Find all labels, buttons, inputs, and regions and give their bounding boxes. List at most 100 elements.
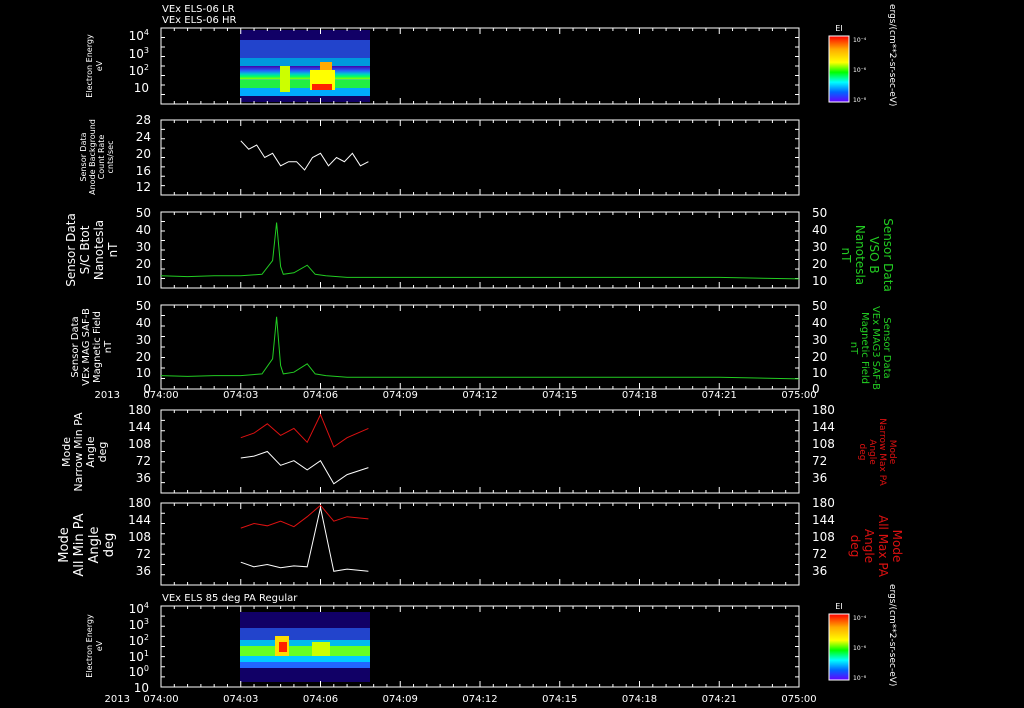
p5-rtick-3: 72 xyxy=(812,454,827,468)
p2-ytick-3: 16 xyxy=(136,164,151,178)
colorbar-bottom-tick-2: 10⁻⁸ xyxy=(853,675,867,682)
p4-ytick-1: 40 xyxy=(136,316,151,330)
p6-rtick-3: 72 xyxy=(812,547,827,561)
p3-rtick-1: 40 xyxy=(812,223,827,237)
p6-ytick-4: 36 xyxy=(136,564,151,578)
p3-rtick-2: 30 xyxy=(812,240,827,254)
p4-rtick-3: 20 xyxy=(812,350,827,364)
time-label-bottom-7: 074:21 xyxy=(702,694,737,705)
p3-ytick-3: 20 xyxy=(136,257,151,271)
p5-min-line xyxy=(240,450,369,485)
p6-rtick-4: 36 xyxy=(812,564,827,578)
p4-rtick-2: 30 xyxy=(812,333,827,347)
p5-ytick-4: 36 xyxy=(136,471,151,485)
colorbar-units-top: ergs/(cm**2-sr-sec-eV) xyxy=(887,4,897,106)
panel-7-yticks: 104 103 102 101 100 10 xyxy=(129,601,149,695)
colorbar-units-bottom: ergs/(cm**2-sr-sec-eV) xyxy=(887,584,897,686)
p5-rtick-1: 144 xyxy=(812,420,835,434)
p3-rtick-0: 50 xyxy=(812,206,827,220)
colorbar-top-tick-1: 10⁻⁶ xyxy=(853,67,867,74)
time-label-bottom-4: 074:12 xyxy=(462,694,497,705)
p5-ytick-0: 180 xyxy=(128,403,151,417)
colorbar-bottom-label: EI xyxy=(835,602,842,611)
p7-ytick-1: 103 xyxy=(129,617,149,632)
p2-ytick-0: 28 xyxy=(136,113,151,127)
colorbar-top-label: EI xyxy=(835,24,842,33)
p6-rtick-0: 180 xyxy=(812,496,835,510)
p5-ytick-1: 144 xyxy=(128,420,151,434)
header-line1: VEx ELS-06 LR xyxy=(162,4,235,15)
p4-ylabel: Sensor DataVEx MAG SAF-BMagnetic FieldnT xyxy=(70,308,114,386)
p3-ytick-0: 50 xyxy=(136,206,151,220)
panel-4-frame xyxy=(160,304,800,390)
time-label-mid-8: 075:00 xyxy=(781,390,816,401)
time-label-mid-2: 074:06 xyxy=(303,390,338,401)
p1-ytick-2: 102 xyxy=(129,63,149,78)
p5-rtick-2: 108 xyxy=(812,437,835,451)
p4-rtick-4: 10 xyxy=(812,366,827,380)
p1-ytick-3: 10 xyxy=(134,81,149,95)
panel-3-yticks: 50 40 30 20 10 xyxy=(136,206,151,288)
p3-ytick-2: 30 xyxy=(136,240,151,254)
colorbar-bottom-tick-1: 10⁻⁶ xyxy=(853,645,867,652)
panel-1-yticks: 104 103 102 10 xyxy=(129,28,149,95)
p4-rtick-1: 40 xyxy=(812,316,827,330)
spectrogram-1 xyxy=(240,30,370,102)
panel-2-yticks: 28 24 20 16 12 xyxy=(136,113,151,194)
panel-5-yticks-right: 180 144 108 72 36 xyxy=(812,403,835,485)
p5-max-line xyxy=(240,413,369,448)
p3-ytick-1: 40 xyxy=(136,223,151,237)
p7-ytick-5: 10 xyxy=(134,681,149,695)
p5-ytick-3: 72 xyxy=(136,454,151,468)
p4-ytick-3: 20 xyxy=(136,350,151,364)
spectrogram-7 xyxy=(240,612,370,682)
p5-ylabel: ModeNarrow Min PAAngledeg xyxy=(60,412,109,492)
colorbar-top-tick-0: 10⁻⁴ xyxy=(853,37,867,44)
time-label-mid-7: 074:21 xyxy=(702,390,737,401)
time-label-bottom-8: 075:00 xyxy=(781,694,816,705)
p6-ytick-0: 180 xyxy=(128,496,151,510)
panel-3-yticks-right: 50 40 30 20 10 xyxy=(812,206,827,288)
p7-ylabel: Electron EnergyeV xyxy=(85,614,104,678)
left-axis-labels: Electron EnergyeV Sensor DataAnode Backg… xyxy=(57,34,120,678)
colorbar-bottom-tick-0: 10⁻⁴ xyxy=(853,615,867,622)
p2-ytick-1: 24 xyxy=(136,130,151,144)
p6-rtick-2: 108 xyxy=(812,530,835,544)
panel-6-yticks: 180 144 108 72 36 xyxy=(128,496,151,578)
p6-rtick-1: 144 xyxy=(812,513,835,527)
p6-ytick-1: 144 xyxy=(128,513,151,527)
p6-ylabel: ModeAll Min PAAngledeg xyxy=(57,513,117,576)
panel-6-yticks-right: 180 144 108 72 36 xyxy=(812,496,835,578)
panel-5-frame xyxy=(160,409,800,494)
panel-6-frame xyxy=(160,502,800,586)
p4-series-line xyxy=(160,316,800,380)
p3-rlabel: Sensor DataVSO BNanoteslanT xyxy=(839,218,895,292)
panel-4-yticks: 50 40 30 20 10 0 xyxy=(136,299,151,396)
p6-max-line xyxy=(240,504,369,529)
p5-ytick-2: 108 xyxy=(128,437,151,451)
time-label-mid-3: 074:09 xyxy=(383,390,418,401)
time-label-bottom-6: 074:18 xyxy=(622,694,657,705)
header-line2: VEx ELS-06 HR xyxy=(162,15,237,26)
p5-rtick-4: 36 xyxy=(812,471,827,485)
p7-ytick-2: 102 xyxy=(129,633,149,648)
p5-rtick-0: 180 xyxy=(812,403,835,417)
axis-ticks xyxy=(160,27,800,688)
p4-rlabel: Sensor DataVEx MAG3 SAF-BMagnetic Fieldn… xyxy=(848,306,892,390)
year-label-bottom: 2013 xyxy=(105,694,130,705)
time-label-mid-4: 074:12 xyxy=(462,390,497,401)
p4-ytick-2: 30 xyxy=(136,333,151,347)
p5-rlabel: ModeNarrow Max PAAngledeg xyxy=(857,418,897,486)
p3-rtick-3: 20 xyxy=(812,257,827,271)
panel-2-frame xyxy=(160,119,800,196)
p6-ytick-3: 72 xyxy=(136,547,151,561)
p6-rlabel: ModeAll Max PAAngledeg xyxy=(848,515,904,578)
p2-ylabel: Sensor DataAnode BackgroundCount Ratecnt… xyxy=(79,119,115,195)
time-label-mid-5: 074:15 xyxy=(542,390,577,401)
time-label-bottom-5: 074:15 xyxy=(542,694,577,705)
year-label-mid: 2013 xyxy=(95,390,120,401)
time-label-mid-6: 074:18 xyxy=(622,390,657,401)
p4-ytick-0: 50 xyxy=(136,299,151,313)
p1-ytick-0: 104 xyxy=(129,28,149,43)
p3-series-line xyxy=(160,222,800,280)
